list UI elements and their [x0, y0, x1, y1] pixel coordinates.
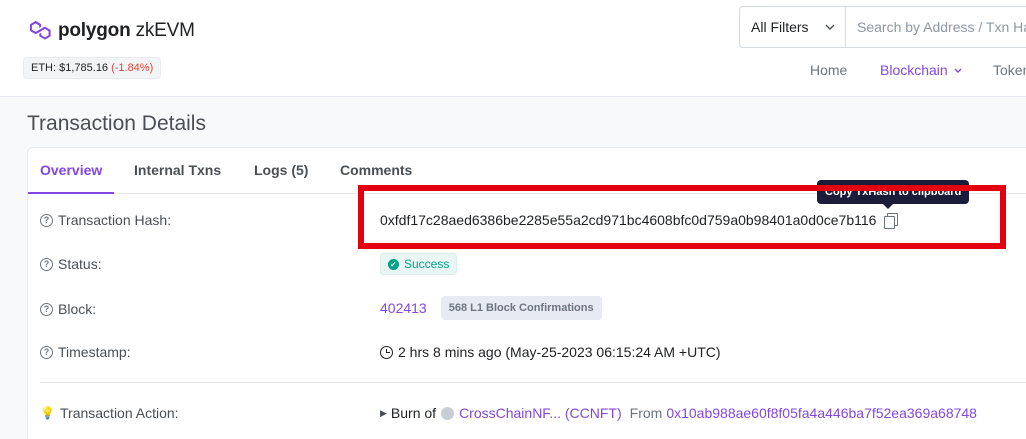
site-header: polygon zkEVM ETH: $1,785.16 (-1.84%) Al…: [0, 0, 1026, 97]
transaction-action-label: 💡 Transaction Action:: [40, 405, 179, 421]
timestamp-value: 2 hrs 8 mins ago (May-25-2023 06:15:24 A…: [380, 344, 721, 360]
nav-tokens[interactable]: Tokens: [993, 62, 1026, 78]
question-icon[interactable]: ?: [40, 345, 53, 359]
filter-dropdown[interactable]: All Filters: [740, 7, 846, 47]
page-title: Transaction Details: [27, 112, 206, 135]
timestamp-label: ? Timestamp:: [40, 344, 131, 360]
highlight-box: [358, 185, 1006, 249]
tab-comments[interactable]: Comments: [340, 162, 412, 178]
section-divider: [40, 382, 1026, 383]
action-prefix: Burn of: [390, 405, 437, 421]
chevron-down-icon: [825, 24, 835, 30]
search-input[interactable]: [846, 7, 1026, 47]
status-label: ? Status:: [40, 256, 102, 272]
block-label: ? Block:: [40, 301, 96, 317]
question-icon[interactable]: ?: [40, 257, 53, 271]
transaction-details-card: Overview Internal Txns Logs (5) Comments…: [27, 147, 1026, 439]
check-circle-icon: ✓: [388, 258, 399, 270]
block-confirmations-badge: 568 L1 Block Confirmations: [440, 296, 602, 320]
filter-label: All Filters: [751, 19, 809, 35]
tab-internal-txns[interactable]: Internal Txns: [134, 162, 221, 178]
clock-icon: [380, 345, 393, 359]
transaction-hash-label: ? Transaction Hash:: [40, 212, 171, 228]
chevron-down-icon: [954, 68, 962, 73]
main-nav: Home Blockchain Tokens: [0, 62, 1026, 82]
brand-logo[interactable]: polygon zkEVM: [28, 20, 195, 42]
question-icon[interactable]: ?: [40, 302, 53, 316]
question-icon[interactable]: ?: [40, 213, 53, 227]
block-value: 402413 568 L1 Block Confirmations: [380, 296, 602, 320]
token-link[interactable]: CrossChainNF... (CCNFT): [459, 405, 622, 421]
block-link[interactable]: 402413: [380, 300, 427, 316]
tab-overview[interactable]: Overview: [40, 162, 102, 178]
active-tab-indicator: [28, 192, 114, 194]
brand-name: polygon zkEVM: [58, 20, 195, 41]
nav-home[interactable]: Home: [810, 62, 847, 78]
nav-blockchain[interactable]: Blockchain: [880, 62, 962, 78]
polygon-logo-icon: [30, 21, 51, 40]
from-label: From: [629, 405, 663, 421]
lightbulb-icon[interactable]: 💡: [40, 406, 55, 421]
search-bar: All Filters: [739, 6, 1026, 48]
status-badge: ✓ Success: [380, 253, 458, 275]
status-value: ✓ Success: [380, 253, 458, 275]
tab-logs[interactable]: Logs (5): [254, 162, 308, 178]
caret-right-icon: ▶: [380, 407, 387, 418]
token-icon: [441, 406, 455, 420]
from-address-link[interactable]: 0x10ab988ae60f8f05fa4a446ba7f52ea369a687…: [666, 405, 977, 421]
transaction-action-value: ▶ Burn of CrossChainNF... (CCNFT) From 0…: [380, 405, 977, 421]
